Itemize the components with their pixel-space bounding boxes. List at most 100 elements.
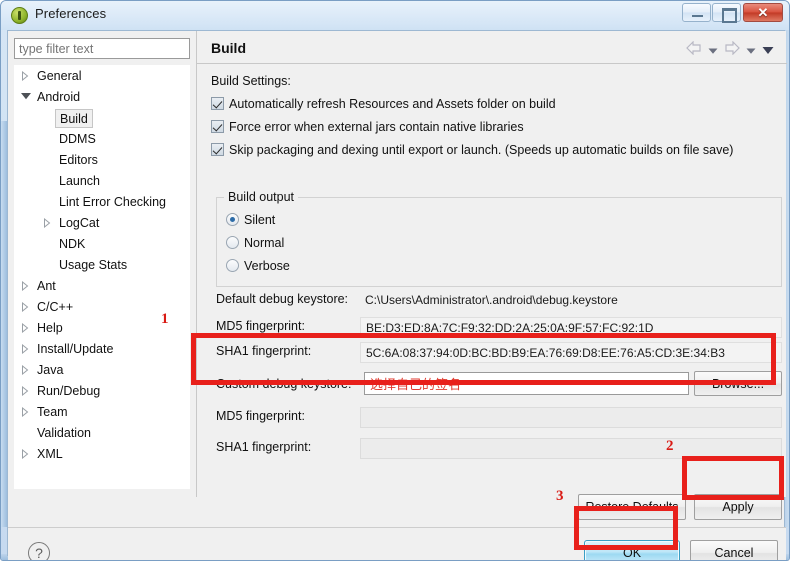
close-icon: ✕ — [757, 4, 769, 20]
restore-defaults-button[interactable]: Restore Defaults — [578, 494, 686, 520]
chevron-right-icon[interactable] — [21, 407, 29, 417]
sidebar: General Android Build DDMS Editors Launch Lint… — [8, 31, 196, 497]
sidebar-item-android[interactable]: Android — [15, 87, 189, 108]
sidebar-item-install-update[interactable]: Install/Update — [15, 339, 189, 360]
build-settings-label: Build Settings: — [211, 74, 291, 88]
checkbox-label: Automatically refresh Resources and Asse… — [229, 97, 556, 111]
filter-input[interactable] — [14, 38, 190, 59]
build-output-legend: Build output — [224, 190, 299, 204]
chevron-right-icon[interactable] — [21, 344, 29, 354]
window-title: Preferences — [35, 6, 107, 21]
sidebar-item-logcat[interactable]: LogCat — [15, 213, 189, 234]
sha1-fingerprint-label: SHA1 fingerprint: — [216, 344, 312, 358]
sidebar-item-label: DDMS — [59, 132, 96, 146]
checkbox-skip-packaging[interactable]: Skip packaging and dexing until export o… — [211, 143, 733, 157]
page-title: Build — [211, 40, 246, 56]
sidebar-item-label: LogCat — [59, 216, 100, 230]
radio-label: Normal — [244, 236, 285, 250]
annotation-marker-2: 2 — [666, 438, 674, 454]
dialog-footer: ? OK Cancel — [8, 527, 786, 560]
radio-silent[interactable]: Silent — [226, 213, 275, 227]
sidebar-item-ndk[interactable]: NDK — [15, 234, 189, 255]
radio-unselected-icon — [226, 259, 239, 272]
back-menu-chevron-down-icon[interactable] — [708, 42, 718, 60]
chevron-right-icon[interactable] — [21, 323, 29, 333]
sidebar-item-usage-stats[interactable]: Usage Stats — [15, 255, 189, 276]
sidebar-item-lint-error-checking[interactable]: Lint Error Checking — [15, 192, 189, 213]
checkbox-checked-icon — [211, 120, 224, 133]
custom-debug-keystore-label: Custom debug keystore: — [216, 377, 352, 391]
cancel-button[interactable]: Cancel — [690, 540, 778, 560]
sidebar-item-label: Team — [37, 405, 68, 419]
title-bar: Preferences ✕ — [1, 1, 789, 30]
browse-button[interactable]: Browse... — [694, 371, 782, 396]
radio-normal[interactable]: Normal — [226, 236, 284, 250]
sidebar-item-label: XML — [37, 447, 63, 461]
sidebar-item-run-debug[interactable]: Run/Debug — [15, 381, 189, 402]
sidebar-item-label: C/C++ — [37, 300, 74, 314]
sidebar-item-java[interactable]: Java — [15, 360, 189, 381]
chevron-right-icon[interactable] — [21, 386, 29, 396]
annotation-marker-1: 1 — [161, 311, 169, 327]
annotation-marker-3: 3 — [556, 488, 564, 504]
default-debug-keystore-label: Default debug keystore: — [216, 292, 349, 306]
view-menu-chevron-down-icon[interactable] — [762, 42, 774, 60]
md5-fingerprint-label: MD5 fingerprint: — [216, 319, 305, 333]
close-button[interactable]: ✕ — [743, 3, 783, 22]
checkbox-force-error[interactable]: Force error when external jars contain n… — [211, 120, 524, 134]
radio-label: Verbose — [244, 259, 290, 273]
preferences-tree[interactable]: General Android Build DDMS Editors Launch Lint… — [14, 65, 190, 489]
sha1-fingerprint-value: 5C:6A:08:37:94:0D:BC:BD:B9:EA:76:69:D8:E… — [360, 342, 782, 363]
radio-unselected-icon — [226, 236, 239, 249]
sidebar-item-label: Help — [37, 321, 63, 335]
forward-menu-chevron-down-icon[interactable] — [746, 42, 756, 60]
chevron-right-icon[interactable] — [21, 71, 29, 81]
preferences-dialog: General Android Build DDMS Editors Launch Lint… — [7, 30, 787, 560]
default-debug-keystore-value: C:\Users\Administrator\.android\debug.ke… — [365, 293, 618, 307]
sidebar-item-build[interactable]: Build — [15, 108, 189, 129]
build-output-group — [216, 197, 782, 287]
chevron-right-icon[interactable] — [21, 281, 29, 291]
custom-debug-keystore-input[interactable] — [364, 372, 689, 395]
sidebar-item-label: Usage Stats — [59, 258, 128, 272]
sidebar-item-xml[interactable]: XML — [15, 444, 189, 465]
chevron-right-icon[interactable] — [43, 218, 51, 228]
minimize-button[interactable] — [682, 3, 711, 22]
sidebar-item-label: Validation — [37, 426, 91, 440]
sidebar-item-label: Lint Error Checking — [59, 195, 166, 209]
checkbox-auto-refresh[interactable]: Automatically refresh Resources and Asse… — [211, 97, 556, 111]
sidebar-item-label: Launch — [59, 174, 101, 188]
back-arrow-icon[interactable] — [686, 40, 702, 60]
checkbox-label: Force error when external jars contain n… — [229, 120, 524, 134]
md5-fingerprint-value: BE:D3:ED:8A:7C:F9:32:DD:2A:25:0A:9F:57:F… — [360, 317, 782, 338]
sidebar-item-ant[interactable]: Ant — [15, 276, 189, 297]
sidebar-item-launch[interactable]: Launch — [15, 171, 189, 192]
custom-sha1-fingerprint-label: SHA1 fingerprint: — [216, 440, 312, 454]
custom-md5-fingerprint-label: MD5 fingerprint: — [216, 409, 305, 423]
chevron-right-icon[interactable] — [21, 302, 29, 312]
sidebar-item-label: Install/Update — [37, 342, 114, 356]
custom-md5-fingerprint-value — [360, 407, 782, 428]
help-icon[interactable]: ? — [28, 542, 50, 560]
sidebar-item-validation[interactable]: Validation — [15, 423, 189, 444]
chevron-right-icon[interactable] — [21, 449, 29, 459]
sidebar-item-editors[interactable]: Editors — [15, 150, 189, 171]
ok-button[interactable]: OK — [584, 540, 680, 560]
sidebar-item-label: General — [37, 69, 82, 83]
sidebar-item-label: Editors — [59, 153, 98, 167]
radio-label: Silent — [244, 213, 276, 227]
sidebar-item-ddms[interactable]: DDMS — [15, 129, 189, 150]
maximize-button[interactable] — [712, 3, 741, 23]
sidebar-item-general[interactable]: General — [15, 66, 189, 87]
sidebar-item-label: NDK — [59, 237, 86, 251]
radio-selected-icon — [226, 213, 239, 226]
apply-button[interactable]: Apply — [694, 494, 782, 520]
navigation-icons — [686, 40, 774, 60]
radio-verbose[interactable]: Verbose — [226, 259, 290, 273]
sidebar-item-team[interactable]: Team — [15, 402, 189, 423]
checkbox-checked-icon — [211, 97, 224, 110]
sidebar-item-label: Run/Debug — [37, 384, 101, 398]
chevron-down-icon[interactable] — [21, 92, 31, 100]
chevron-right-icon[interactable] — [21, 365, 29, 375]
forward-arrow-icon[interactable] — [724, 40, 740, 60]
